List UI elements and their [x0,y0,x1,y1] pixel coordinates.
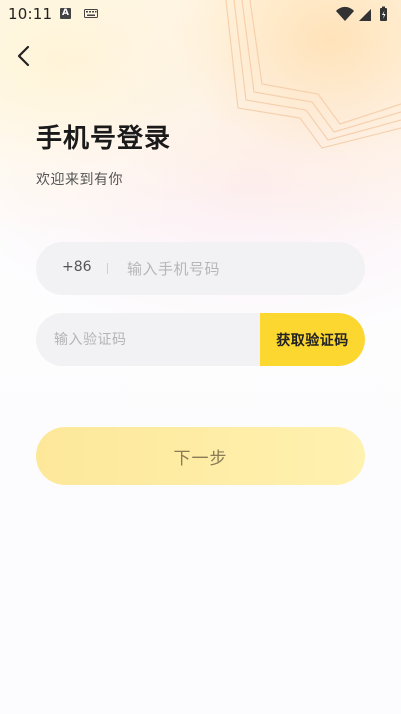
verification-code-field: 获取验证码 [36,313,365,366]
wifi-icon [336,6,354,21]
country-code-selector[interactable]: +86 [62,259,92,275]
status-bar: 10:11 A [0,0,401,28]
phone-number-input[interactable] [127,242,347,295]
page-subtitle: 欢迎来到有你 [36,172,123,188]
back-button[interactable] [10,42,38,70]
signal-icon [359,9,371,21]
page-title: 手机号登录 [36,124,172,154]
status-icons [336,6,387,21]
status-time: 10:11 [8,5,53,23]
phone-field: +86 [36,242,365,295]
battery-icon [380,6,387,21]
country-code-divider [107,263,108,274]
chevron-left-icon [17,45,30,67]
input-method-icon: A [60,8,71,19]
verification-code-input[interactable] [54,313,254,366]
keyboard-icon [84,9,98,18]
next-step-button[interactable]: 下一步 [36,427,365,485]
get-code-button[interactable]: 获取验证码 [260,313,365,366]
